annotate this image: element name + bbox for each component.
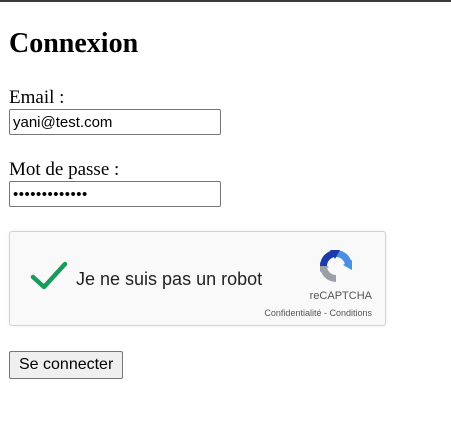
terms-link[interactable]: Conditions [329,308,372,318]
recaptcha-links: Confidentialité - Conditions [240,308,372,319]
recaptcha-logo-icon [320,250,352,282]
privacy-link[interactable]: Confidentialité [264,308,321,318]
password-field[interactable] [9,181,221,207]
password-label: Mot de passe : [9,159,120,180]
captcha-label: Je ne suis pas un robot [76,269,263,289]
login-button[interactable]: Se connecter [9,351,124,379]
email-field[interactable] [9,109,221,135]
recaptcha-brand: reCAPTCHA [309,290,372,302]
checkmark-icon[interactable] [30,260,68,290]
recaptcha-widget[interactable]: Je ne suis pas un robot reCAPTCHA Confid… [9,231,386,326]
page-title: Connexion [9,28,139,59]
email-label: Email : [9,87,65,108]
